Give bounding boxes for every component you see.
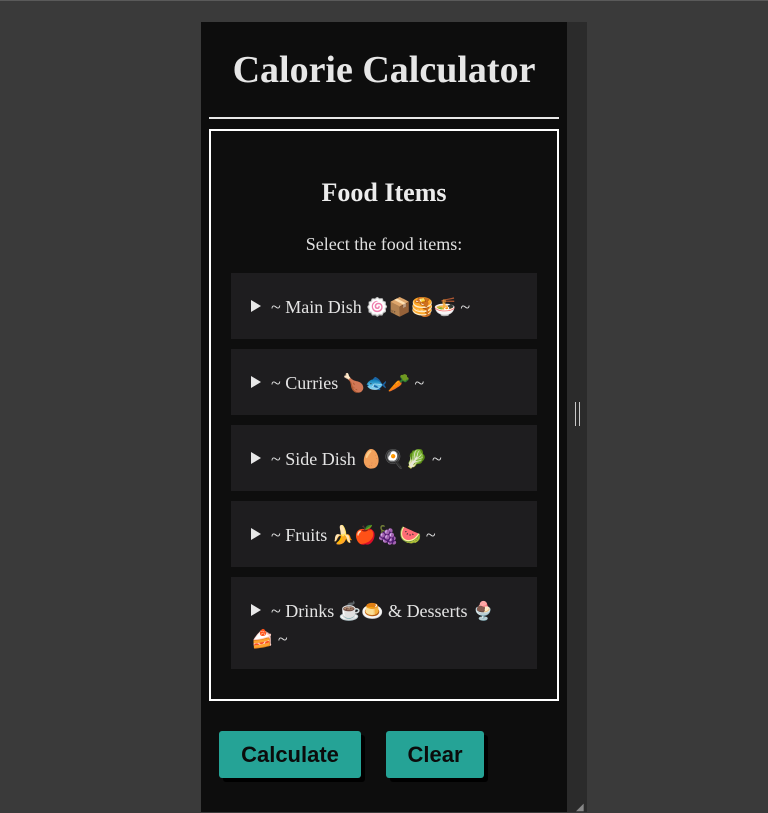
expand-triangle-icon xyxy=(251,528,261,540)
resize-grip-icon[interactable] xyxy=(575,402,580,426)
category-drinks-desserts[interactable]: ~ Drinks ☕🍮 & Desserts 🍨🍰 ~ xyxy=(231,577,537,669)
food-items-instruction: Select the food items: xyxy=(305,234,463,254)
clear-button[interactable]: Clear xyxy=(386,731,484,778)
food-items-card: Food Items Select the food items: ~ Main… xyxy=(209,129,559,701)
category-label: ~ Drinks ☕🍮 & Desserts 🍨🍰 ~ xyxy=(251,601,495,649)
title-divider xyxy=(209,117,559,119)
calculate-button[interactable]: Calculate xyxy=(219,731,361,778)
category-fruits[interactable]: ~ Fruits 🍌🍎🍇🍉 ~ xyxy=(231,501,537,567)
expand-triangle-icon xyxy=(251,452,261,464)
category-label: ~ Curries 🍗🐟🥕 ~ xyxy=(271,373,425,393)
expand-triangle-icon xyxy=(251,604,261,616)
category-main-dish[interactable]: ~ Main Dish 🍥📦🥞🍜 ~ xyxy=(231,273,537,339)
window-top-edge xyxy=(0,0,768,1)
expand-triangle-icon xyxy=(251,300,261,312)
category-label: ~ Main Dish 🍥📦🥞🍜 ~ xyxy=(271,297,471,317)
page-title: Calorie Calculator xyxy=(232,49,536,91)
category-label: ~ Fruits 🍌🍎🍇🍉 ~ xyxy=(271,525,436,545)
food-items-heading: Food Items xyxy=(321,178,447,207)
expand-triangle-icon xyxy=(251,376,261,388)
resize-corner-icon[interactable]: ◢ xyxy=(576,803,584,813)
category-label: ~ Side Dish 🥚🍳🥬 ~ xyxy=(271,449,442,469)
category-curries[interactable]: ~ Curries 🍗🐟🥕 ~ xyxy=(231,349,537,415)
category-side-dish[interactable]: ~ Side Dish 🥚🍳🥬 ~ xyxy=(231,425,537,491)
